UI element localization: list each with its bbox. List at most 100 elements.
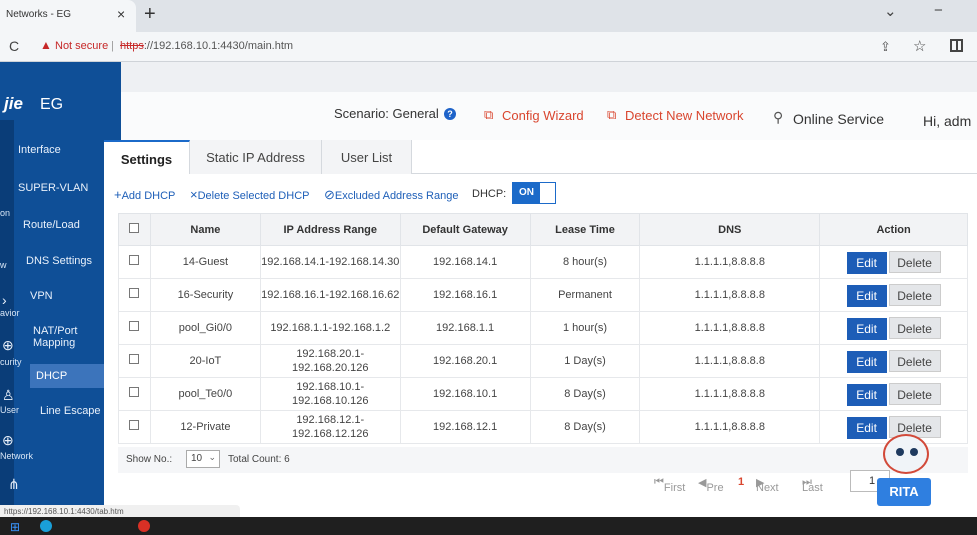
tab-settings[interactable]: Settings [104,140,190,174]
row-actions: Edit Delete [819,344,968,378]
pool-name: 20-IoT [149,344,261,378]
delete-button[interactable]: Delete [888,316,941,339]
column-header-ip-range[interactable]: IP Address Range [259,213,401,246]
device-model: EG [40,96,64,113]
column-header-gateway[interactable]: Default Gateway [399,213,531,246]
pool-ip-range: 192.168.12.1-192.168.12.126 [259,410,401,444]
row-checkbox[interactable] [129,354,140,364]
next-page-button[interactable]: Next ▶ [756,476,779,494]
minimize-icon[interactable]: ⌄ [884,2,897,20]
pool-ip-range: 192.168.16.1-192.168.16.62 [259,278,401,312]
last-page-button[interactable]: Last ⏭ [802,476,823,494]
sidebar-item-vpn[interactable]: VPN [30,290,53,302]
pool-ip-range: 192.168.14.1-192.168.14.30 [259,245,401,279]
row-checkbox[interactable] [129,387,140,397]
delete-button[interactable]: Delete [888,250,941,273]
row-checkbox[interactable] [129,321,140,331]
row-checkbox[interactable] [129,255,140,265]
edit-button[interactable]: Edit [846,350,887,373]
share-icon[interactable]: ⇪ [880,39,891,55]
topology-icon[interactable]: ⋔ [8,476,20,493]
pool-ip-range: 192.168.20.1-192.168.20.126 [259,344,401,378]
detect-new-network-link[interactable]: Detect New Network [625,108,743,123]
row-checkbox[interactable] [129,288,140,298]
dhcp-toggle[interactable]: ON [512,182,556,204]
pool-lease: Permanent [529,278,641,312]
warning-icon[interactable]: ▲ [40,38,52,52]
page-header: Scenario: General ? ⧉ Config Wizard ⧉ De… [121,92,977,140]
tab-title: Networks - EG [6,9,72,20]
sidebar-item-line-escape[interactable]: Line Escape [40,405,101,417]
delete-button[interactable]: Delete [888,349,941,372]
delete-button[interactable]: Delete [888,382,941,405]
pool-dns: 1.1.1.1,8.8.8.8 [639,377,821,411]
bookmark-star-icon[interactable]: ☆ [913,37,926,55]
dhcp-pool-table: Name IP Address Range Default Gateway Le… [118,213,968,444]
page-size-select[interactable]: 10 ⌄ [186,450,220,468]
row-checkbox[interactable] [129,420,140,430]
split-screen-icon[interactable] [950,39,963,52]
pool-dns: 1.1.1.1,8.8.8.8 [639,344,821,378]
select-all-checkbox[interactable] [129,223,140,233]
x-icon: × [190,187,198,202]
config-wizard-link[interactable]: Config Wizard [502,108,584,123]
sidebar-fragment: on [0,208,11,218]
table-row: 20-IoT 192.168.20.1-192.168.20.126 192.1… [118,344,968,378]
sidebar-item-dns-settings[interactable]: DNS Settings [26,255,92,267]
edit-button[interactable]: Edit [846,317,887,340]
column-header-action: Action [819,213,968,246]
dhcp-toggle-state: ON [513,183,540,203]
sidebar-item-nat-port-mapping[interactable]: NAT/Port Mapping [33,325,103,349]
mascot-eye [896,448,904,456]
url-field[interactable]: https://192.168.10.1:4430/main.htm [120,40,293,52]
assistant-widget[interactable]: RITA [873,428,939,508]
network-icon[interactable]: ⊕ [2,432,14,449]
windows-start-icon[interactable]: ⊞ [10,520,20,534]
router-admin-page: jie EG Interface SUPER-VLAN Route/Load D… [0,62,977,517]
tab-static-ip-address[interactable]: Static IP Address [190,140,322,174]
chrome-icon[interactable] [138,520,150,532]
table-row: 14-Guest 192.168.14.1-192.168.14.30 192.… [118,245,968,279]
pool-ip-range: 192.168.1.1-192.168.1.2 [259,311,401,345]
edge-icon[interactable] [40,520,52,532]
new-tab-button[interactable]: + [144,3,156,26]
online-service-link[interactable]: Online Service [793,111,884,127]
column-header-name[interactable]: Name [149,213,261,246]
dhcp-toggle-label: DHCP: [472,188,507,200]
column-header-dns[interactable]: DNS [639,213,821,246]
security-icon[interactable]: ⊕ [2,337,14,354]
tab-close-icon[interactable]: × [117,6,125,22]
sidebar-item-route-load[interactable]: Route/Load [23,219,80,231]
pool-lease: 1 hour(s) [529,311,641,345]
delete-selected-dhcp-button[interactable]: ×Delete Selected DHCP [190,187,309,202]
column-header-lease[interactable]: Lease Time [529,213,641,246]
edit-button[interactable]: Edit [846,251,887,274]
edit-button[interactable]: Edit [846,383,887,406]
edit-button[interactable]: Edit [846,284,887,307]
excluded-address-range-button[interactable]: ⊘Excluded Address Range [324,187,458,203]
help-icon[interactable]: ? [444,108,456,120]
pool-name: pool_Gi0/0 [149,311,261,345]
browser-tab[interactable]: Networks - EG × [0,0,136,32]
sidebar-item-interface[interactable]: Interface [18,144,61,156]
user-greeting[interactable]: Hi, adm [923,113,971,129]
add-dhcp-button[interactable]: +Add DHCP [114,187,175,202]
prev-page-button[interactable]: ◀ Pre [698,476,724,494]
not-secure-label[interactable]: Not secure [55,40,108,52]
behavior-icon[interactable]: › [2,292,7,308]
sidebar-fragment: w [0,260,7,270]
mascot-eye [910,448,918,456]
delete-button[interactable]: Delete [888,283,941,306]
show-count-label: Show No.: [126,454,173,465]
minimize-window-icon[interactable]: − [934,2,943,19]
sidebar-item-dhcp[interactable]: DHCP [30,364,112,388]
row-select-cell [118,245,151,279]
sidebar-item-super-vlan[interactable]: SUPER-VLAN [18,182,88,194]
reload-icon[interactable]: C [9,38,19,54]
first-page-button[interactable]: ⏮ First [654,476,685,494]
select-all-cell [118,213,151,246]
url-path: ://192.168.10.1:4430/main.htm [143,40,294,52]
pool-ip-range: 192.168.10.1-192.168.10.126 [259,377,401,411]
tab-user-list[interactable]: User List [322,140,412,174]
user-icon[interactable]: ♙ [2,387,15,404]
